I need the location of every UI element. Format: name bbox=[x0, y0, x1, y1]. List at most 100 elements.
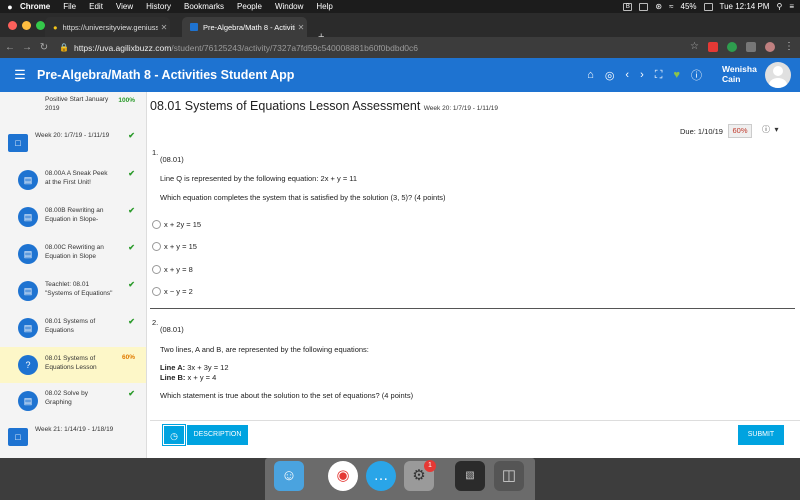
minimize-window-icon[interactable] bbox=[22, 21, 31, 30]
zoom-window-icon[interactable] bbox=[36, 21, 45, 30]
back-icon[interactable]: ← bbox=[3, 42, 17, 53]
document-icon: ▤ bbox=[18, 244, 38, 264]
sidebar-item-week-21[interactable]: □ Week 21: 1/14/19 - 1/18/19 bbox=[0, 422, 146, 452]
trash-icon[interactable]: ◫ bbox=[494, 461, 524, 491]
mac-menubar: ● Chrome File Edit View History Bookmark… bbox=[0, 0, 800, 13]
b-icon[interactable]: B bbox=[623, 2, 633, 11]
user-first-name: Wenisha bbox=[722, 64, 757, 74]
sidebar-item-positive-start[interactable]: Positive Start January 2019 100% bbox=[0, 92, 146, 118]
question-1-code: (08.01) bbox=[160, 155, 184, 164]
sidebar-item-08-01[interactable]: ▤ 08.01 Systems of Equations ✔ bbox=[0, 312, 146, 346]
help-icon[interactable]: ⓘ bbox=[691, 67, 702, 83]
sidebar-item-label: Week 20: 1/7/19 - 1/11/19 bbox=[35, 132, 110, 139]
search-icon[interactable]: ⚲ bbox=[776, 2, 782, 11]
line-a-label: Line A: bbox=[160, 363, 186, 372]
document-icon: ▤ bbox=[18, 170, 38, 190]
check-icon: ✔ bbox=[128, 169, 135, 178]
sidebar-item-08-00c[interactable]: ▤ 08.00C Rewriting an Equation in Slope … bbox=[0, 238, 146, 272]
messages-icon[interactable]: … bbox=[366, 461, 396, 491]
profile-icon[interactable] bbox=[765, 41, 775, 52]
header-actions: ⌂ ◎ ‹ › ⛶ ♥ ⓘ bbox=[587, 58, 702, 92]
folder-icon: □ bbox=[8, 428, 28, 446]
url-field[interactable]: https://uva.agilixbuzz.com/student/76125… bbox=[74, 43, 418, 53]
menu-history[interactable]: History bbox=[146, 2, 171, 11]
next-icon[interactable]: › bbox=[640, 69, 644, 81]
close-tab-icon[interactable]: ✕ bbox=[295, 23, 307, 32]
heart-icon[interactable]: ♥ bbox=[673, 69, 680, 81]
extension-red-icon[interactable] bbox=[708, 41, 718, 52]
bluetooth-icon[interactable]: ⊛ bbox=[655, 2, 662, 11]
menu-people[interactable]: People bbox=[237, 2, 262, 11]
drive-icon[interactable]: ▧ bbox=[455, 461, 485, 491]
lock-icon[interactable]: 🔒 bbox=[59, 43, 69, 52]
sidebar-item-08-00b[interactable]: ▤ 08.00B Rewriting an Equation in Slope-… bbox=[0, 201, 146, 235]
battery-icon[interactable] bbox=[703, 2, 713, 11]
chrome-icon[interactable]: ◉ bbox=[328, 461, 358, 491]
menu-view[interactable]: View bbox=[116, 2, 133, 11]
forward-icon[interactable]: → bbox=[20, 42, 34, 53]
apple-icon[interactable]: ● bbox=[0, 2, 20, 12]
reload-icon[interactable]: ↻ bbox=[37, 42, 51, 53]
menu-chrome[interactable]: Chrome bbox=[20, 2, 50, 11]
menu-edit[interactable]: Edit bbox=[89, 2, 103, 11]
menu-dots-icon[interactable]: ⋮ bbox=[784, 41, 794, 52]
option-label: x − y = 2 bbox=[164, 287, 193, 296]
question-2-line-a: Line A: 3x + 3y = 12 bbox=[160, 363, 229, 372]
previous-icon[interactable]: ‹ bbox=[625, 69, 629, 81]
progress-icon[interactable]: ◎ bbox=[605, 69, 615, 82]
line-a-equation: 3x + 3y = 12 bbox=[187, 363, 229, 372]
list-icon[interactable]: ≡ bbox=[789, 2, 794, 11]
lightbulb-icon: ● bbox=[53, 22, 58, 32]
radio-button[interactable] bbox=[152, 242, 161, 251]
timer-button[interactable]: ◷ bbox=[162, 424, 186, 446]
tab-title: https://universityview.geniussis bbox=[62, 22, 158, 32]
menu-window[interactable]: Window bbox=[275, 2, 303, 11]
menu-bookmarks[interactable]: Bookmarks bbox=[184, 2, 224, 11]
submit-button[interactable]: SUBMIT bbox=[738, 425, 784, 445]
app-title: Pre-Algebra/Math 8 - Activities Student … bbox=[37, 68, 295, 82]
sidebar-item-label: Week 21: 1/14/19 - 1/18/19 bbox=[35, 426, 114, 433]
radio-button[interactable] bbox=[152, 220, 161, 229]
document-icon: ▤ bbox=[18, 281, 38, 301]
document-icon: ▤ bbox=[18, 318, 38, 338]
lesson-title-text: 08.01 Systems of Equations Lesson Assess… bbox=[150, 99, 421, 113]
extension-green-icon[interactable] bbox=[727, 41, 737, 52]
question-2-text: Two lines, A and B, are represented by t… bbox=[160, 345, 369, 354]
wifi-icon[interactable]: ≈ bbox=[669, 2, 673, 11]
extension-gray-icon[interactable] bbox=[746, 41, 756, 52]
menu-file[interactable]: File bbox=[63, 2, 76, 11]
fullscreen-icon[interactable]: ⛶ bbox=[655, 69, 663, 82]
menu-help[interactable]: Help bbox=[316, 2, 332, 11]
sidebar-item-label: 08.00C Rewriting an Equation in Slope bbox=[45, 244, 104, 260]
sidebar-item-08-02[interactable]: ▤ 08.02 Solve by Graphing ✔ bbox=[0, 386, 146, 416]
sidebar-item-08-01-assessment[interactable]: ? 08.01 Systems of Equations Lesson 60% bbox=[0, 347, 146, 383]
sidebar-item-08-00a[interactable]: ▤ 08.00A A Sneak Peek at the First Unit!… bbox=[0, 164, 146, 198]
user-last-name: Cain bbox=[722, 74, 741, 84]
question-1-option-a[interactable]: x + 2y = 15 bbox=[152, 220, 201, 229]
radio-button[interactable] bbox=[152, 265, 161, 274]
line-b-label: Line B: bbox=[160, 373, 186, 382]
browser-tab-2[interactable]: Pre-Algebra/Math 8 - Activities ✕ bbox=[182, 17, 307, 37]
question-1-option-c[interactable]: x + y = 8 bbox=[152, 265, 193, 274]
browser-tab-1[interactable]: ● https://universityview.geniussis ✕ bbox=[45, 17, 170, 37]
hamburger-menu-icon[interactable]: ☰ bbox=[5, 67, 35, 83]
star-icon[interactable]: ☆ bbox=[690, 41, 699, 52]
description-button[interactable]: DESCRIPTION bbox=[187, 425, 248, 445]
sidebar-item-teachlet[interactable]: ▤ Teachlet: 08.01 "Systems of Equations"… bbox=[0, 275, 146, 309]
display-icon[interactable] bbox=[639, 2, 649, 11]
page-title: 08.01 Systems of Equations Lesson Assess… bbox=[150, 99, 498, 113]
close-window-icon[interactable] bbox=[8, 21, 17, 30]
status-area: B ⊛ ≈ 45% Tue 12:14 PM ⚲ ≡ bbox=[623, 0, 794, 13]
close-tab-icon[interactable]: ✕ bbox=[158, 23, 170, 32]
sidebar-item-week-20[interactable]: □ Week 20: 1/7/19 - 1/11/19 ✔ bbox=[0, 126, 146, 160]
home-icon[interactable]: ⌂ bbox=[587, 69, 594, 81]
question-1-option-b[interactable]: x + y = 15 bbox=[152, 242, 197, 251]
question-1-option-d[interactable]: x − y = 2 bbox=[152, 287, 193, 296]
radio-button[interactable] bbox=[152, 287, 161, 296]
clock[interactable]: Tue 12:14 PM bbox=[720, 2, 770, 11]
info-dropdown-button[interactable]: ⓘ ▾ bbox=[762, 124, 796, 138]
tab-title: Pre-Algebra/Math 8 - Activities bbox=[203, 22, 295, 32]
user-name[interactable]: Wenisha Cain bbox=[722, 64, 757, 84]
finder-icon[interactable]: ☺ bbox=[274, 461, 304, 491]
avatar[interactable] bbox=[765, 62, 791, 88]
